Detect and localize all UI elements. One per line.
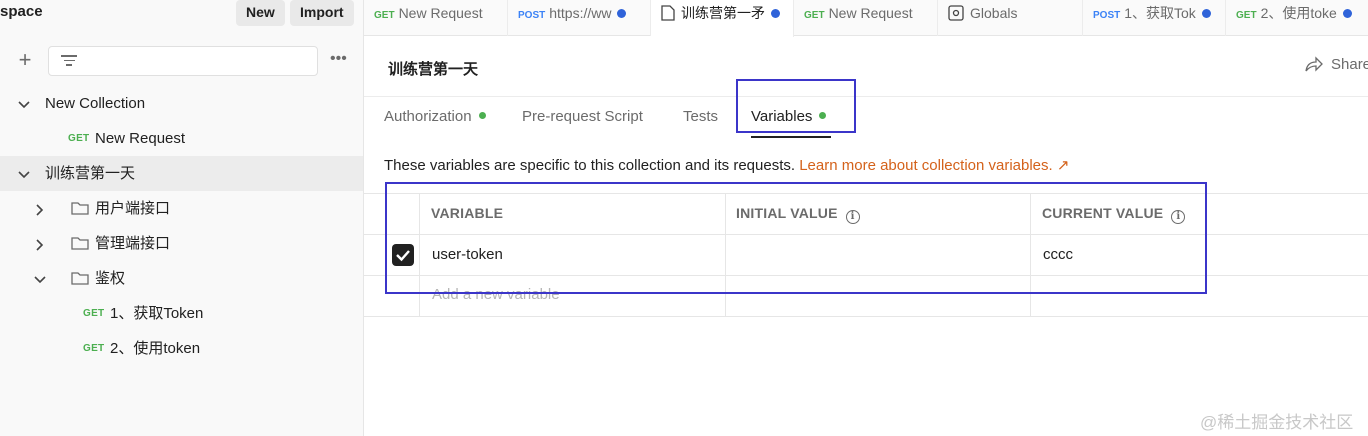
tree-folder-user[interactable]: 用户端接口 [0, 191, 363, 226]
tab-get-use-token[interactable]: GET 2、使用toke [1226, 0, 1368, 36]
tab-label: New Request [398, 5, 483, 21]
tab-new-request[interactable]: GET New Request [364, 0, 508, 36]
status-dot [478, 112, 486, 119]
share-icon [1305, 56, 1323, 72]
chevron-down-icon[interactable] [17, 86, 31, 121]
tree-folder-auth[interactable]: 鉴权 [0, 261, 363, 296]
globals-icon [948, 5, 964, 21]
new-button[interactable]: New [236, 0, 285, 26]
chevron-down-icon[interactable] [17, 156, 31, 191]
sidebar-header: space New Import [0, 0, 364, 32]
tree-item-label: 鉴权 [95, 270, 126, 287]
more-options-icon[interactable]: ••• [330, 50, 347, 68]
tree-item-label: New Collection [45, 95, 146, 112]
watermark: @稀土掘金技术社区 [1200, 413, 1354, 432]
tab-label: https://ww [549, 5, 612, 21]
tree-item-label: 2、使用token [110, 340, 201, 357]
highlight-box-variables-tab [736, 79, 856, 133]
method-badge: GET [374, 10, 395, 21]
sidebar: space New Import + ••• New Collection GE… [0, 0, 364, 436]
filter-icon [61, 55, 77, 67]
chevron-right-icon[interactable] [33, 191, 47, 226]
tab-post-https[interactable]: POST https://ww [508, 0, 651, 36]
tab-globals[interactable]: Globals [938, 0, 1083, 36]
request-tab-bar: GET New Request POST https://ww 训练营第一矛 GET… [364, 0, 1368, 37]
import-button[interactable]: Import [290, 0, 354, 26]
filter-input[interactable] [48, 46, 318, 76]
tree-request-get-token[interactable]: GET 1、获取Token [0, 296, 363, 331]
method-badge: GET [83, 343, 105, 354]
tab-label: 2、使用toke [1260, 5, 1337, 21]
table-bottom-border [364, 316, 1368, 317]
tree-collection-selected[interactable]: 训练营第一天 [0, 156, 363, 191]
method-badge: GET [1236, 10, 1257, 21]
plus-icon[interactable]: + [14, 49, 36, 72]
tree-request-new-request[interactable]: GET New Request [0, 121, 363, 156]
tree-item-label: 管理端接口 [95, 235, 171, 252]
subtab-pre-request-script[interactable]: Pre-request Script [522, 108, 643, 125]
active-tab-underline [751, 136, 831, 138]
description-text: These variables are specific to this col… [384, 157, 796, 174]
sidebar-toolbar: + ••• [0, 44, 364, 78]
document-icon [661, 5, 675, 21]
share-label: Share [1331, 56, 1368, 73]
tab-collection-active[interactable]: 训练营第一矛 [651, 0, 794, 37]
learn-more-link[interactable]: Learn more about collection variables. ↗ [799, 157, 1069, 174]
header-divider [364, 96, 1368, 97]
tab-label: New Request [828, 5, 913, 21]
share-button[interactable]: Share [1305, 56, 1368, 73]
subtab-label: Authorization [384, 108, 472, 125]
tree-request-use-token[interactable]: GET 2、使用token [0, 331, 363, 366]
tree-item-label: 1、获取Token [110, 305, 204, 322]
tab-new-request-2[interactable]: GET New Request [794, 0, 938, 36]
workspace-name[interactable]: space [0, 3, 43, 20]
method-badge: GET [83, 308, 105, 319]
chevron-down-icon[interactable] [33, 261, 47, 296]
subtab-label: Tests [683, 108, 719, 125]
unsaved-dot [771, 9, 780, 18]
folder-icon [71, 202, 89, 215]
tree-folder-admin[interactable]: 管理端接口 [0, 226, 363, 261]
highlight-box-variables-table [385, 182, 1207, 294]
tab-label: Globals [970, 5, 1018, 21]
tree-item-label: New Request [95, 130, 186, 147]
tree-item-label: 用户端接口 [95, 200, 171, 217]
unsaved-dot [1201, 9, 1211, 18]
folder-icon [71, 272, 89, 285]
method-badge: POST [518, 10, 546, 21]
method-badge: GET [804, 10, 825, 21]
tree-item-label: 训练营第一天 [45, 165, 136, 182]
collection-title[interactable]: 训练营第一天 [388, 58, 478, 79]
tab-label: 1、获取Tok [1124, 5, 1196, 21]
method-badge: GET [68, 133, 90, 144]
tab-label: 训练营第一矛 [681, 5, 765, 21]
unsaved-dot [617, 9, 627, 18]
method-badge: POST [1093, 10, 1121, 21]
folder-icon [71, 237, 89, 250]
subtab-authorization[interactable]: Authorization [384, 108, 486, 125]
subtab-label: Pre-request Script [522, 108, 643, 125]
chevron-right-icon[interactable] [33, 226, 47, 261]
tree-collection-new-collection[interactable]: New Collection [0, 86, 363, 121]
unsaved-dot [1342, 9, 1352, 18]
subtab-tests[interactable]: Tests [683, 108, 718, 125]
tab-post-get-token[interactable]: POST 1、获取Tok [1083, 0, 1226, 36]
variables-description: These variables are specific to this col… [384, 156, 1069, 174]
